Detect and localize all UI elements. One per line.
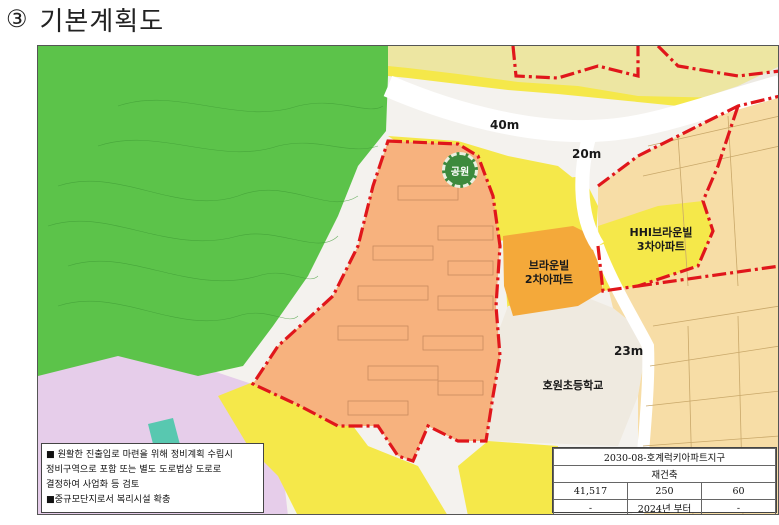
- page-title: ③ 기본계획도: [6, 2, 165, 37]
- school-label: 호원초등학교: [542, 379, 604, 392]
- road-label-20m: 20m: [572, 147, 602, 161]
- info-area: 41,517: [553, 482, 628, 500]
- hhi-apartment-label: HHI브라운빌 3차아파트: [613, 226, 709, 254]
- park-label: 공원: [450, 166, 470, 178]
- hhi-line2: 3차아파트: [636, 239, 686, 253]
- info-period: 2024년 부터: [627, 499, 702, 514]
- info-households: 250: [627, 482, 702, 500]
- school-zone: [488, 296, 648, 446]
- brownville-line1: 브라운빌: [528, 259, 570, 272]
- info-r2c3: -: [701, 499, 776, 514]
- note-line-2: 정비구역으로 포함 또는 별도 도로법상 도로로: [46, 464, 222, 475]
- hhi-line1: HHI브라운빌: [629, 226, 693, 239]
- road-label-40m: 40m: [490, 118, 520, 132]
- info-title: 2030-08-호계럭키아파트지구: [553, 448, 776, 466]
- notes-box: ■ 원활한 진출입로 마련을 위해 정비계획 수립시 정비구역으로 포함 또는 …: [41, 443, 264, 513]
- note-line-3: 결정하여 사업화 등 검토: [46, 479, 140, 490]
- yellow-south-2: [458, 441, 558, 514]
- road-20m: [575, 123, 604, 250]
- plan-map: 40m 20m 23m 공원 HHI브라운빌 3차아파트 브라운빌 2차아파트 …: [37, 45, 779, 515]
- section-title: 기본계획도: [39, 6, 165, 37]
- note-line-1: ■ 원활한 진출입로 마련을 위해 정비계획 수립시: [46, 449, 233, 460]
- info-r2c1: -: [553, 499, 628, 514]
- brownville-line2: 2차아파트: [524, 272, 574, 286]
- note-line-4: ■중규모단지로서 복리시설 확충: [46, 494, 171, 505]
- info-value: 60: [701, 482, 776, 500]
- section-number: ③: [6, 5, 28, 33]
- project-info-table: 2030-08-호계럭키아파트지구 재건축 41,517 250 60 - 20…: [552, 447, 777, 514]
- park-marker: 공원: [442, 152, 478, 188]
- info-subtitle: 재건축: [553, 465, 776, 483]
- road-label-23m: 23m: [614, 344, 644, 358]
- brownville-label: 브라운빌 2차아파트: [514, 259, 584, 287]
